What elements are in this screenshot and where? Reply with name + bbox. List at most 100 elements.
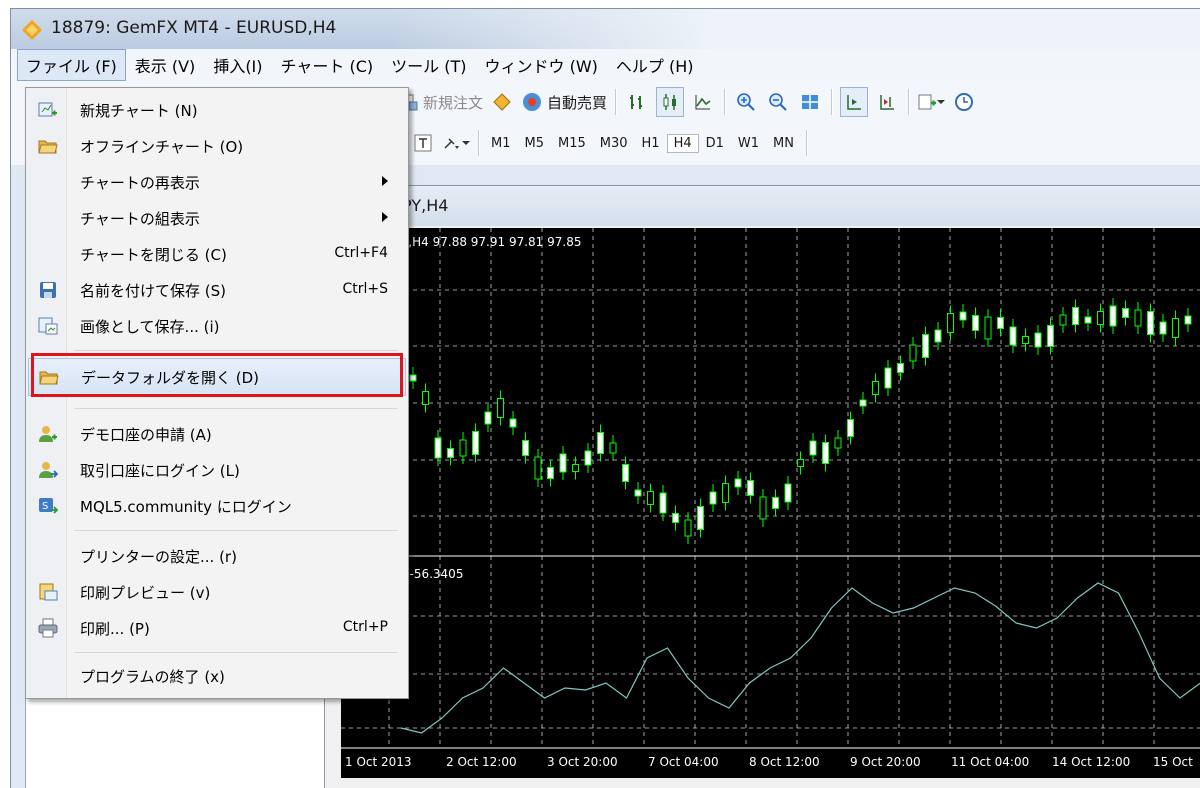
menu-window[interactable]: ウィンドウ (W)	[475, 49, 606, 81]
arrows-icon	[444, 138, 459, 149]
candle-body	[909, 344, 917, 362]
candle-body	[1022, 336, 1029, 344]
candle-body	[447, 448, 454, 458]
candle-body	[947, 313, 954, 333]
indicators-button[interactable]	[917, 88, 946, 116]
menu-item-save-as[interactable]: 名前を付けて保存 (S) Ctrl+S	[28, 272, 404, 308]
zoom-in-button[interactable]	[733, 88, 759, 116]
chart-area[interactable]: Y,H4 97.88 97.91 97.81 97.85 ) -56.3405 …	[341, 228, 1200, 778]
candle-body	[759, 496, 767, 520]
candle-body	[897, 363, 904, 373]
candle-body	[1159, 321, 1167, 335]
menu-item-close-chart[interactable]: チャートを閉じる (C) Ctrl+F4	[28, 236, 404, 272]
save-image-icon	[38, 317, 58, 335]
clock-icon	[955, 93, 974, 111]
timeframe-h4[interactable]: H4	[666, 133, 699, 153]
candle-body	[459, 439, 467, 457]
text-tool-button[interactable]	[410, 129, 436, 157]
candle-body	[634, 489, 642, 497]
candle-body	[547, 467, 554, 479]
x-axis: 1 Oct 2013 2 Oct 12:00 3 Oct 20:00 7 Oct 04…	[345, 755, 1193, 769]
menu-item-print[interactable]: 印刷... (P) Ctrl+P	[28, 610, 404, 646]
arrows-tool-button[interactable]	[442, 129, 470, 157]
menu-file[interactable]: ファイル (F)	[17, 49, 126, 81]
candle-body	[834, 437, 842, 449]
candle-body	[734, 478, 742, 488]
candle-body	[822, 442, 829, 464]
candle-body	[884, 367, 892, 389]
text-icon	[414, 134, 432, 152]
candle-body	[484, 411, 492, 425]
candle-body	[922, 334, 929, 358]
x-tick-label: 1 Oct 2013	[345, 755, 412, 769]
zoom-in-icon	[737, 93, 755, 111]
candle-body	[1047, 325, 1054, 347]
print-preview-icon	[39, 583, 58, 601]
new-chart-icon	[38, 102, 57, 117]
menu-help[interactable]: ヘルプ (H)	[607, 49, 703, 81]
timeframe-mn[interactable]: MN	[766, 134, 801, 153]
candle-body	[1009, 326, 1017, 346]
timeframe-h1[interactable]: H1	[635, 134, 667, 153]
candle-body	[1084, 316, 1092, 324]
candle-body	[997, 317, 1004, 329]
menu-item-exit[interactable]: プログラムの終了 (x)	[28, 658, 404, 694]
menu-item-offline-chart[interactable]: オフラインチャート (O)	[28, 128, 404, 164]
indicator-line	[400, 582, 1200, 734]
candle-body	[747, 480, 754, 496]
menu-item-save-as-picture[interactable]: 画像として保存... (i)	[28, 308, 404, 344]
menu-item-login-trade-account[interactable]: 取引口座にログイン (L)	[28, 452, 404, 488]
x-tick-label: 11 Oct 04:00	[951, 755, 1029, 769]
menu-tools[interactable]: ツール (T)	[382, 49, 475, 81]
candle-body	[772, 497, 779, 509]
menu-insert[interactable]: 挿入(I)	[204, 49, 271, 81]
user-add-icon	[39, 426, 57, 442]
periods-button[interactable]	[951, 88, 977, 116]
chart-shift-button[interactable]	[874, 88, 900, 116]
metaeditor-button[interactable]	[489, 88, 515, 116]
candle-body	[534, 456, 542, 480]
timeframe-w1[interactable]: W1	[731, 134, 766, 153]
price-chart: Y,H4 97.88 97.91 97.81 97.85 ) -56.3405 …	[341, 228, 1200, 769]
menu-item-chart-set[interactable]: チャートの組表示	[28, 200, 404, 236]
candle-body	[672, 513, 679, 523]
new-order-button[interactable]: 新規注文	[399, 88, 483, 116]
tile-windows-button[interactable]	[797, 88, 823, 116]
menu-item-refresh-chart[interactable]: チャートの再表示	[28, 164, 404, 200]
candle-body	[659, 492, 667, 514]
menu-item-new-chart[interactable]: 新規チャート (N)	[28, 92, 404, 128]
candle-body	[1184, 315, 1192, 325]
candle-chart-button[interactable]	[656, 87, 685, 117]
timeframe-m30[interactable]: M30	[593, 134, 635, 153]
candle-body	[722, 483, 729, 503]
timeframe-m5[interactable]: M5	[518, 134, 552, 153]
bar-chart-button[interactable]	[624, 88, 650, 116]
x-tick-label: 7 Oct 04:00	[648, 755, 719, 769]
menu-item-login-mql5[interactable]: S MQL5.community にログイン	[28, 488, 404, 524]
zoom-out-button[interactable]	[765, 88, 791, 116]
grid-icon	[802, 95, 819, 109]
candle-body	[872, 381, 879, 395]
timeframe-d1[interactable]: D1	[699, 134, 731, 153]
auto-trade-button[interactable]: 自動売買	[521, 88, 607, 116]
candle-body	[1147, 311, 1154, 335]
candle-body	[572, 464, 579, 472]
menu-item-printer-setup[interactable]: プリンターの設定... (r)	[28, 538, 404, 574]
auto-scroll-button[interactable]	[840, 87, 869, 117]
timeframe-m15[interactable]: M15	[551, 134, 593, 153]
chart-shift-icon	[880, 95, 895, 110]
candle-body	[1109, 305, 1117, 327]
line-chart-button[interactable]	[690, 88, 716, 116]
menu-item-open-demo-account[interactable]: デモ口座の申請 (A)	[28, 416, 404, 452]
candle-body	[709, 491, 717, 505]
window-title: 18879: GemFX MT4 - EURUSD,H4	[51, 18, 337, 38]
timeframe-m1[interactable]: M1	[484, 134, 518, 153]
candle-body	[809, 440, 817, 456]
candle-body	[559, 453, 567, 473]
menu-chart[interactable]: チャート (C)	[272, 49, 383, 81]
candle-body	[1034, 332, 1042, 348]
menu-view[interactable]: 表示 (V)	[126, 49, 205, 81]
menu-item-print-preview[interactable]: 印刷プレビュー (v)	[28, 574, 404, 610]
svg-text:S: S	[42, 501, 48, 512]
bar-chart-icon	[630, 95, 643, 109]
